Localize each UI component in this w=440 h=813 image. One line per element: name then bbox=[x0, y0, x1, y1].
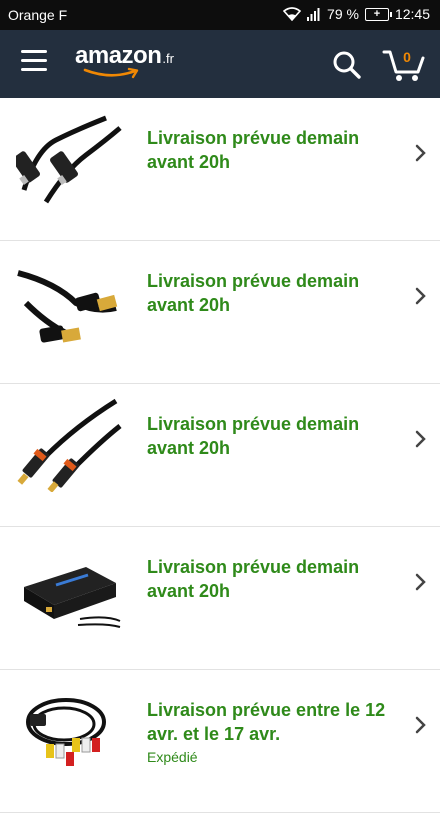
chevron-right-icon bbox=[415, 287, 426, 305]
audio-converter-image bbox=[24, 567, 121, 628]
av-cable-image bbox=[26, 698, 106, 766]
rca-cable-image bbox=[17, 398, 122, 492]
cart-button[interactable]: 0 bbox=[382, 46, 428, 86]
signal-icon bbox=[307, 7, 321, 21]
order-info: Livraison prévue demain avant 20h bbox=[147, 412, 397, 460]
chevron-right-icon bbox=[415, 573, 426, 591]
delivery-estimate: Livraison prévue demain avant 20h bbox=[147, 557, 360, 601]
order-info: Livraison prévue demain avant 20h bbox=[147, 269, 397, 317]
order-item-hdmi-cable[interactable]: Livraison prévue demain avant 20h bbox=[0, 241, 440, 384]
menu-button[interactable] bbox=[18, 50, 50, 78]
delivery-estimate: Livraison prévue demain avant 20h bbox=[147, 128, 360, 172]
order-info: Livraison prévue entre le 12 avr. et le … bbox=[147, 698, 397, 765]
battery-percent: 79 % bbox=[327, 6, 359, 22]
order-info: Livraison prévue demain avant 20h bbox=[147, 555, 397, 603]
order-status: Expédié bbox=[147, 749, 198, 765]
delivery-estimate: Livraison prévue demain avant 20h bbox=[147, 271, 360, 315]
order-item-rca-cable[interactable]: Livraison prévue demain avant 20h bbox=[0, 384, 440, 527]
order-item-audio-converter[interactable]: Livraison prévue demain avant 20h bbox=[0, 527, 440, 670]
logo-word: amazon bbox=[75, 42, 162, 69]
status-indicators: 79 % + 12:45 bbox=[283, 6, 430, 22]
logo-tld: .fr bbox=[162, 51, 174, 66]
amazon-logo[interactable]: amazon.fr bbox=[75, 42, 174, 79]
chevron-right-icon bbox=[415, 430, 426, 448]
hdmi-cable-image bbox=[17, 270, 118, 343]
smile-arrow-icon bbox=[83, 67, 139, 79]
order-info: Livraison prévue demain avant 20h bbox=[147, 126, 397, 174]
order-item-av-cable[interactable]: Livraison prévue entre le 12 avr. et le … bbox=[0, 670, 440, 813]
carrier-name: Orange F bbox=[8, 7, 68, 23]
battery-icon: + bbox=[364, 7, 392, 21]
delivery-estimate: Livraison prévue demain avant 20h bbox=[147, 414, 360, 458]
chevron-right-icon bbox=[415, 716, 426, 734]
chevron-right-icon bbox=[415, 144, 426, 162]
cart-count: 0 bbox=[403, 49, 411, 65]
menu-icon bbox=[21, 50, 47, 53]
order-list: Livraison prévue demain avant 20h Livrai… bbox=[0, 98, 440, 813]
clock: 12:45 bbox=[394, 6, 430, 22]
optical-cable-image bbox=[16, 115, 122, 204]
status-bar: Orange F 79 % + 12:45 bbox=[0, 0, 440, 30]
search-icon bbox=[333, 51, 361, 79]
app-header: amazon.fr 0 bbox=[0, 30, 440, 98]
delivery-estimate: Livraison prévue entre le 12 avr. et le … bbox=[147, 700, 386, 744]
search-button[interactable] bbox=[330, 48, 364, 82]
order-item-optical-cable[interactable]: Livraison prévue demain avant 20h bbox=[0, 98, 440, 241]
wifi-icon bbox=[283, 7, 302, 21]
